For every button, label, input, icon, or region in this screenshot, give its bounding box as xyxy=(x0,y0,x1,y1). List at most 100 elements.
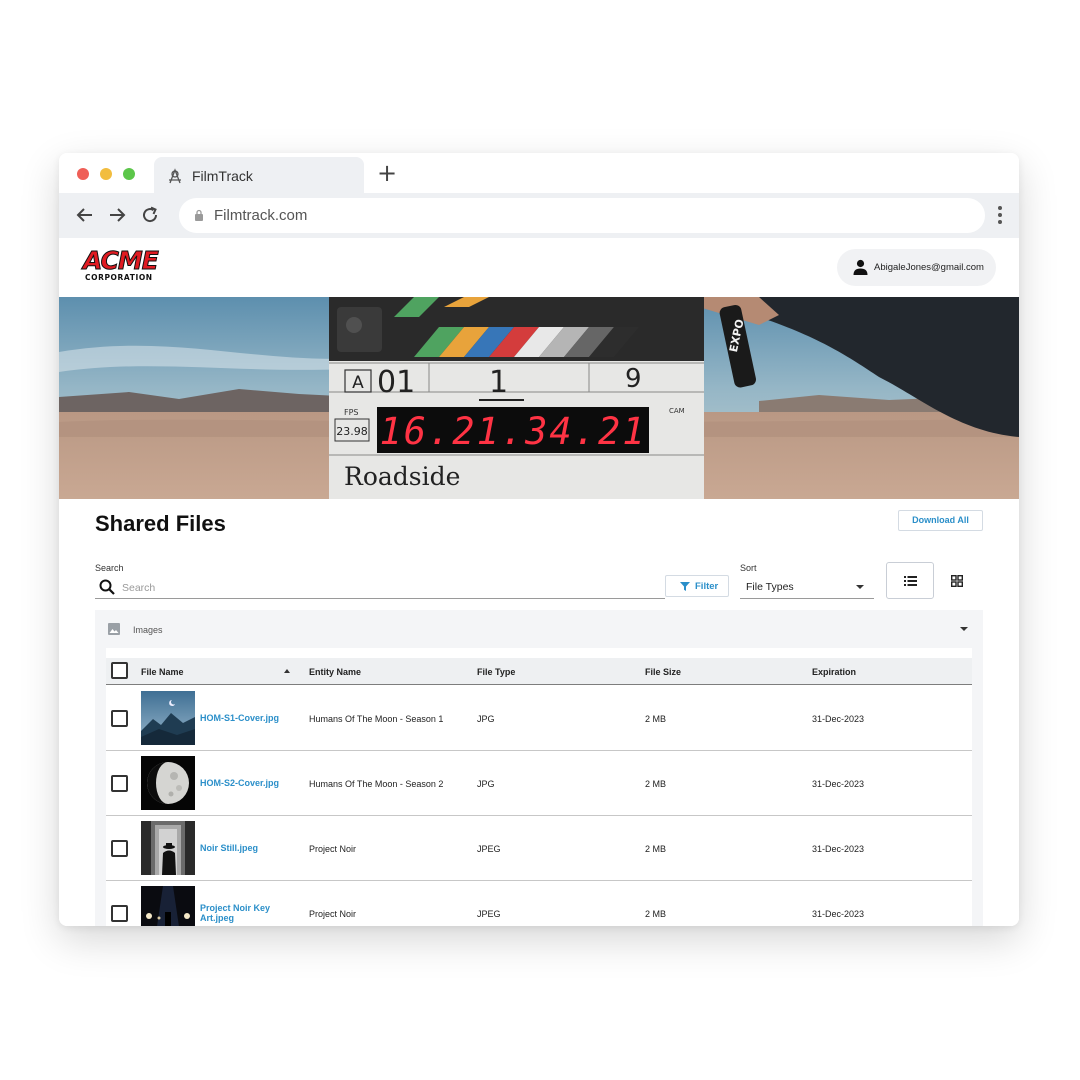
forward-arrow-icon[interactable] xyxy=(107,205,127,225)
filmtrack-favicon-icon xyxy=(169,168,181,184)
image-icon xyxy=(108,623,120,635)
back-arrow-icon[interactable] xyxy=(75,205,95,225)
files-table: File Name Entity Name File Type File Siz… xyxy=(106,648,972,926)
table-row[interactable]: Project Noir Key Art.jpeg Project Noir J… xyxy=(106,881,972,926)
file-type: JPEG xyxy=(477,844,501,854)
user-email: AbigaleJones@gmail.com xyxy=(874,262,984,273)
sort-label: Sort xyxy=(740,563,757,573)
section-title: Images xyxy=(133,625,163,635)
close-window-button[interactable] xyxy=(77,168,89,180)
grid-view-button[interactable] xyxy=(945,569,969,593)
file-thumbnail[interactable] xyxy=(141,756,195,810)
clapper-fps-label: FPS xyxy=(344,408,359,417)
row-checkbox[interactable] xyxy=(111,840,128,857)
logo-subtext: CORPORATION xyxy=(85,273,153,282)
collapse-caret-icon[interactable] xyxy=(960,627,968,631)
file-type: JPEG xyxy=(477,909,501,919)
list-view-button[interactable] xyxy=(886,562,934,599)
file-thumbnail[interactable] xyxy=(141,821,195,875)
column-header-entity-name[interactable]: Entity Name xyxy=(309,667,361,677)
search-label: Search xyxy=(95,563,124,573)
table-row[interactable]: HOM-S2-Cover.jpg Humans Of The Moon - Se… xyxy=(106,751,972,816)
clapper-fps: 23.98 xyxy=(336,425,368,438)
browser-tab[interactable]: FilmTrack xyxy=(154,157,364,193)
moon-thumbnail xyxy=(141,756,195,810)
clapper-take-scene: 1 xyxy=(489,365,508,400)
file-size: 2 MB xyxy=(645,909,667,919)
file-name-link[interactable]: Noir Still.jpeg xyxy=(200,843,290,853)
grid-icon xyxy=(951,575,963,587)
entity-name: Project Noir xyxy=(309,844,357,854)
select-all-checkbox[interactable] xyxy=(111,662,128,679)
hero-banner: EXPO A 01 1 9 FPS 23.98 16.21.34.21 CAM … xyxy=(59,297,1019,499)
address-bar[interactable]: Filmtrack.com xyxy=(179,198,985,233)
column-header-file-type[interactable]: File Type xyxy=(477,667,515,677)
clapper-timecode: 16.21.34.21 xyxy=(379,410,646,453)
row-checkbox[interactable] xyxy=(111,710,128,727)
expiration-date: 31-Dec-2023 xyxy=(812,844,865,854)
clapper-scene: 01 xyxy=(377,365,415,400)
table-row[interactable]: HOM-S1-Cover.jpg Humans Of The Moon - Se… xyxy=(106,686,972,751)
filter-button[interactable]: Filter xyxy=(665,575,729,597)
clapper-title: Roadside xyxy=(344,462,460,491)
list-icon xyxy=(904,576,917,586)
expiration-date: 31-Dec-2023 xyxy=(812,714,865,724)
caret-down-icon xyxy=(856,585,864,589)
clapper-cam-label: CAM xyxy=(669,407,685,415)
url-text: Filmtrack.com xyxy=(214,207,308,224)
sort-select[interactable]: File Types xyxy=(740,575,874,599)
file-name-link[interactable]: HOM-S2-Cover.jpg xyxy=(200,778,290,788)
user-icon xyxy=(853,259,868,275)
filter-label: Filter xyxy=(695,581,719,592)
images-section: Images File Name Entity Name File Type F… xyxy=(95,610,983,926)
app-header: ACME CORPORATION AbigaleJones@gmail.com xyxy=(59,238,1019,297)
row-checkbox[interactable] xyxy=(111,775,128,792)
reload-icon[interactable] xyxy=(140,205,160,225)
clapper-roll: A xyxy=(352,373,364,393)
file-name-link[interactable]: Project Noir Key Art.jpeg xyxy=(200,903,290,923)
user-account-button[interactable]: AbigaleJones@gmail.com xyxy=(837,249,996,286)
file-size: 2 MB xyxy=(645,714,667,724)
mountain-moon-thumbnail xyxy=(141,691,195,745)
file-size: 2 MB xyxy=(645,844,667,854)
column-header-file-name[interactable]: File Name xyxy=(141,667,184,677)
filter-icon xyxy=(680,582,690,591)
file-type: JPG xyxy=(477,779,495,789)
row-checkbox[interactable] xyxy=(111,905,128,922)
main-content: Shared Files Download All Search Search … xyxy=(59,499,1019,926)
maximize-window-button[interactable] xyxy=(123,168,135,180)
search-icon xyxy=(99,579,115,595)
expiration-date: 31-Dec-2023 xyxy=(812,909,865,919)
hero-image: EXPO A 01 1 9 FPS 23.98 16.21.34.21 CAM … xyxy=(59,297,1019,499)
noir-still-thumbnail xyxy=(141,821,195,875)
sort-value: File Types xyxy=(746,581,794,593)
images-section-header[interactable]: Images xyxy=(95,610,983,648)
file-size: 2 MB xyxy=(645,779,667,789)
browser-tab-strip: FilmTrack + xyxy=(59,153,1019,193)
file-thumbnail[interactable] xyxy=(141,886,195,926)
acme-logo[interactable]: ACME CORPORATION xyxy=(83,246,160,283)
browser-menu-icon[interactable] xyxy=(997,206,1003,226)
sort-ascending-icon[interactable] xyxy=(284,669,290,673)
browser-window: FilmTrack + Filmtrack.com ACME CORPORATI… xyxy=(59,153,1019,926)
minimize-window-button[interactable] xyxy=(100,168,112,180)
clapper-take: 9 xyxy=(625,364,642,394)
search-placeholder: Search xyxy=(122,582,156,594)
browser-toolbar: Filmtrack.com xyxy=(59,193,1019,238)
column-header-expiration[interactable]: Expiration xyxy=(812,667,856,677)
page-title: Shared Files xyxy=(95,511,226,536)
download-all-button[interactable]: Download All xyxy=(898,510,983,531)
logo-wordmark: ACME xyxy=(83,246,160,275)
entity-name: Humans Of The Moon - Season 2 xyxy=(309,779,444,789)
tab-title: FilmTrack xyxy=(192,168,253,184)
search-input[interactable]: Search xyxy=(95,575,665,599)
file-thumbnail[interactable] xyxy=(141,691,195,745)
file-type: JPG xyxy=(477,714,495,724)
lock-icon xyxy=(195,209,203,221)
file-name-link[interactable]: HOM-S1-Cover.jpg xyxy=(200,713,290,723)
expiration-date: 31-Dec-2023 xyxy=(812,779,865,789)
noir-key-art-thumbnail xyxy=(141,886,195,926)
column-header-file-size[interactable]: File Size xyxy=(645,667,681,677)
table-row[interactable]: Noir Still.jpeg Project Noir JPEG 2 MB 3… xyxy=(106,816,972,881)
new-tab-button[interactable]: + xyxy=(377,161,397,185)
